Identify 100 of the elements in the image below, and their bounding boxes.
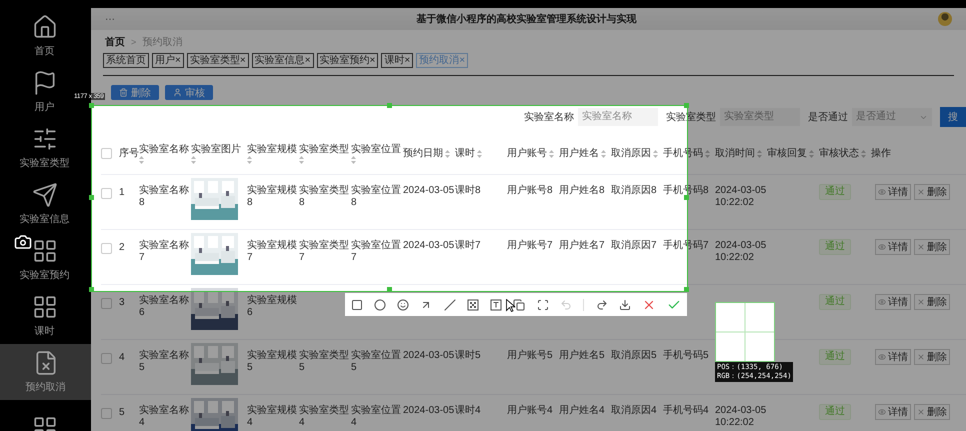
sort-icon[interactable] [653,150,658,158]
table-cell-text: 实验室规模5 [247,350,298,374]
checkbox[interactable] [101,148,112,159]
avatar[interactable] [938,12,952,26]
resize-handle[interactable] [684,195,689,200]
table-cell: 用户账号8 [507,185,553,197]
sort-icon[interactable] [247,156,252,164]
column-header: 课时 [455,147,475,160]
delete-button[interactable]: 删除 [914,239,950,255]
search-button[interactable]: 搜 [940,107,966,127]
checkbox[interactable] [101,188,112,199]
camera-icon[interactable] [14,233,32,251]
resize-handle[interactable] [387,287,392,292]
tab[interactable]: 实验室信息× [252,53,314,68]
checkbox[interactable] [101,353,112,364]
status-tag: 通过 [819,239,851,255]
table-cell: 5 [119,407,125,419]
table-cell: 2024-03-05 [403,185,454,197]
sidebar-item[interactable]: 实验室信息 [17,176,72,232]
input-field[interactable]: 实验室名称 [578,108,658,126]
table-cell-text: 实验室位置5 [351,350,402,374]
column-header: 审核回复 [767,147,807,160]
delete-button[interactable]: 删除 [914,349,950,365]
checkbox[interactable] [101,243,112,254]
scan-icon[interactable] [536,298,549,310]
sort-icon[interactable] [191,156,196,164]
resize-handle[interactable] [89,287,94,292]
select-field[interactable]: 是否通过 [852,108,932,126]
x-icon [917,408,925,416]
details-button[interactable]: 详情 [875,404,911,420]
table-cell: 4 [119,352,125,364]
tab[interactable]: 实验室预约× [316,53,378,68]
sort-icon[interactable] [809,150,814,158]
sidebar-item[interactable]: 课时 [17,288,72,344]
line-icon[interactable] [444,298,456,310]
sort-icon[interactable] [861,150,866,158]
eye-icon [878,188,886,196]
sort-icon[interactable] [351,156,356,164]
table-cell: 2024-03-05 [403,405,454,417]
table-cell-text: 实验室类型8 [299,185,350,209]
sidebar-item[interactable]: 首页 [17,8,72,64]
details-button[interactable]: 详情 [875,294,911,310]
save-icon[interactable] [618,298,631,310]
sort-icon[interactable] [299,156,304,164]
details-button[interactable]: 详情 [875,349,911,365]
tab[interactable]: 用户× [152,53,184,68]
table-cell: 取消原因8 [611,185,657,197]
column-header: 实验室图片 [191,143,241,156]
sidebar-item[interactable]: 预约取消 [0,344,91,400]
table-cell-text: 实验室名称6 [139,295,190,319]
sort-icon[interactable] [549,150,554,158]
sort-icon[interactable] [705,150,710,158]
column-header: 审核状态 [819,147,859,160]
table-cell: 用户姓名4 [559,405,605,417]
field-label: 是否通过 [808,110,848,124]
sort-icon[interactable] [477,150,482,158]
delete-button[interactable]: 删除 [914,184,950,200]
mosaic-icon[interactable] [466,298,479,310]
sort-icon[interactable] [601,150,606,158]
table-cell: 2024-03-05 10:22:02 [715,405,767,429]
table-cell: 2024-03-05 10:22:02 [715,240,767,264]
sort-icon[interactable] [757,150,762,158]
tab[interactable]: 课时× [381,53,414,68]
resize-handle[interactable] [684,287,689,292]
tab[interactable]: 系统首页 [103,53,149,68]
copy-icon[interactable] [513,298,526,310]
text-tool-icon[interactable] [490,298,502,310]
sort-icon[interactable] [139,156,144,164]
resize-handle[interactable] [89,103,94,108]
table-cell-text: 实验室规模7 [247,240,298,264]
grid-icon [32,238,58,264]
redo-icon[interactable] [596,298,608,310]
sidebar-item[interactable]: 实验室类型 [17,120,72,176]
square-icon[interactable] [350,298,363,310]
resize-handle[interactable] [684,103,689,108]
column-header: 用户账号 [507,147,547,160]
breadcrumb-item[interactable]: 首页 [105,35,125,49]
resize-handle[interactable] [89,195,94,200]
column-header: 取消原因 [611,147,651,160]
menu-dots[interactable]: ··· [105,14,115,24]
table-cell-text: 实验室名称4 [139,405,190,429]
sidebar-item[interactable]: 用户 [17,64,72,120]
input-field[interactable]: 实验室类型 [720,108,800,126]
delete-button[interactable]: 删除 [914,404,950,420]
sidebar-item[interactable]: 实验室预约 [17,232,72,288]
table-cell: 2024-03-05 [403,350,454,362]
delete-button[interactable]: 删除 [914,294,950,310]
checkbox[interactable] [101,408,112,419]
smile-icon[interactable] [397,298,410,310]
table-cell-text: 实验室位置8 [351,185,402,209]
sort-icon[interactable] [445,150,450,158]
details-button[interactable]: 详情 [875,184,911,200]
resize-handle[interactable] [387,103,392,108]
table-cell-text: 实验室类型5 [299,350,350,374]
checkbox[interactable] [101,298,112,309]
circle-icon[interactable] [374,298,386,310]
table-cell: 用户姓名5 [559,350,605,362]
table-cell-text: 实验室位置4 [351,405,402,429]
tab[interactable]: 实验室类型× [186,53,249,68]
details-button[interactable]: 详情 [875,239,911,255]
